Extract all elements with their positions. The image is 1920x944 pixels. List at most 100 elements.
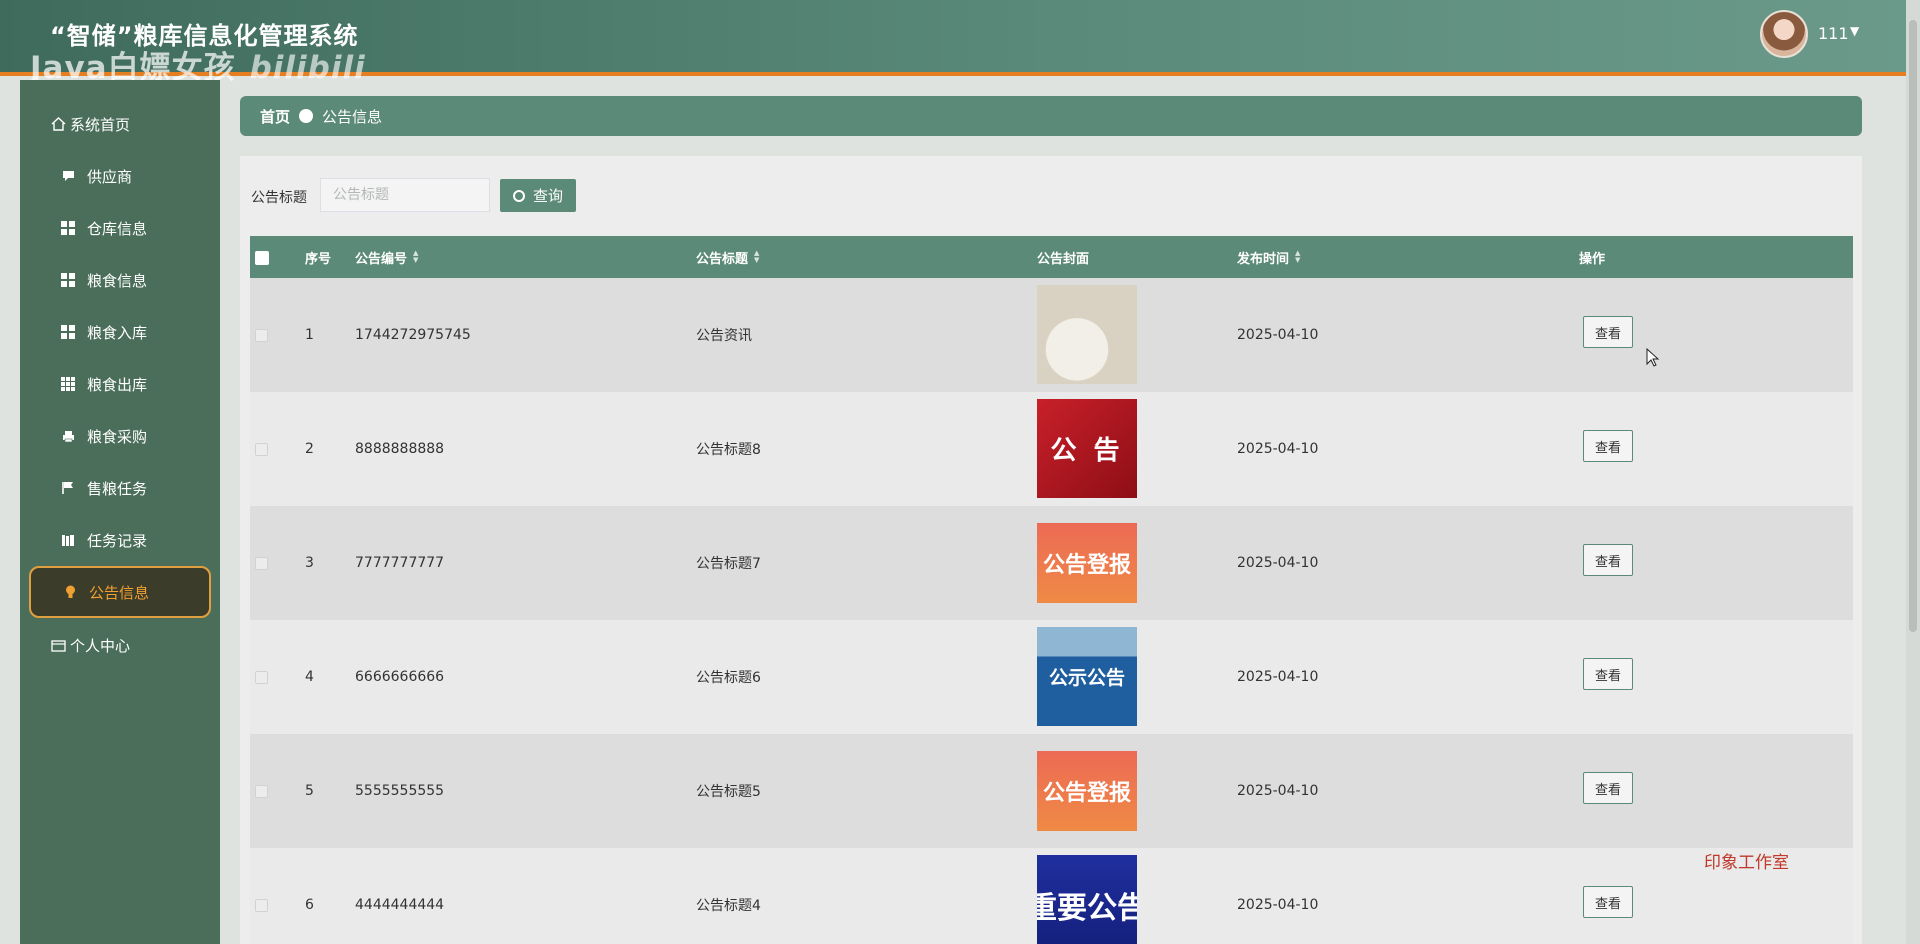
table-row: 6 4444444444 公告标题4 重要公告 2025-04-10 查看	[250, 848, 1853, 944]
wallet-icon	[49, 637, 67, 653]
column-header-index: 序号	[305, 251, 332, 267]
chat-icon	[59, 168, 77, 184]
breadcrumb-current: 公告信息	[322, 107, 383, 126]
row-checkbox[interactable]	[255, 557, 268, 570]
sidebar-item-label: 仓库信息	[87, 219, 148, 238]
sidebar-item-grain[interactable]: 粮食信息	[29, 254, 211, 306]
sidebar-item-task-record[interactable]: 任务记录	[29, 514, 211, 566]
username[interactable]: 111	[1818, 24, 1849, 43]
view-button[interactable]: 查看	[1583, 544, 1633, 576]
studio-watermark: 印象工作室	[1704, 853, 1789, 873]
row-checkbox[interactable]	[255, 443, 268, 456]
search-label: 公告标题	[251, 190, 307, 206]
sort-icon[interactable]: ▲ ▼	[1295, 250, 1300, 264]
sidebar-item-label: 个人中心	[70, 636, 131, 655]
sidebar-item-label: 供应商	[87, 167, 133, 186]
row-date: 2025-04-10	[1237, 555, 1319, 571]
row-title: 公告资讯	[696, 328, 752, 344]
sidebar-item-label: 粮食采购	[87, 427, 148, 446]
bilibili-logo: bilibili	[249, 50, 366, 86]
row-title: 公告标题6	[696, 670, 761, 686]
row-code: 7777777777	[355, 555, 445, 571]
view-button[interactable]: 查看	[1583, 772, 1633, 804]
column-header-date[interactable]: 发布时间 ▲ ▼	[1237, 236, 1300, 278]
row-date: 2025-04-10	[1237, 783, 1319, 799]
column-header-action: 操作	[1579, 251, 1606, 267]
sort-icon[interactable]: ▲ ▼	[754, 250, 759, 264]
search-button[interactable]: 查询	[500, 179, 576, 212]
cover-image: 公告登报	[1037, 523, 1137, 603]
page-scrollbar[interactable]	[1906, 0, 1920, 944]
sidebar-item-grain-out[interactable]: 粮食出库	[29, 358, 211, 410]
view-button[interactable]: 查看	[1583, 886, 1633, 918]
row-checkbox[interactable]	[255, 329, 268, 342]
content-panel: 公告标题 查询 序号 公告编号▲▼ 公告标题▲▼ 公告封面 发布时间▲▼ 操作 …	[240, 156, 1862, 944]
sidebar-item-label: 公告信息	[89, 583, 150, 602]
printer-icon	[59, 428, 77, 444]
column-header-title[interactable]: 公告标题 ▲ ▼	[696, 236, 759, 278]
cover-image	[1037, 285, 1137, 384]
avatar[interactable]	[1760, 10, 1808, 58]
row-date: 2025-04-10	[1237, 327, 1319, 343]
sidebar-item-announcement[interactable]: 公告信息	[29, 566, 211, 618]
table-header: 序号 公告编号 ▲ ▼ 公告标题 ▲ ▼ 公告封面 发布时间 ▲ ▼ 操作	[250, 236, 1853, 278]
table-row: 4 6666666666 公告标题6 公示公告 2025-04-10 查看	[250, 620, 1853, 734]
search-input[interactable]	[320, 178, 490, 212]
row-checkbox[interactable]	[255, 671, 268, 684]
sidebar-item-label: 粮食入库	[87, 323, 148, 342]
sort-icon[interactable]: ▲ ▼	[413, 250, 418, 264]
view-button[interactable]: 查看	[1583, 658, 1633, 690]
sidebar-item-supplier[interactable]: 供应商	[29, 150, 211, 202]
sidebar-item-home[interactable]: 系统首页	[29, 98, 211, 150]
view-button[interactable]: 查看	[1583, 316, 1633, 348]
sidebar-item-warehouse[interactable]: 仓库信息	[29, 202, 211, 254]
column-header-code[interactable]: 公告编号 ▲ ▼	[355, 236, 418, 278]
flag-icon	[59, 480, 77, 496]
table-row: 2 8888888888 公告标题8 公 告 2025-04-10 查看	[250, 392, 1853, 506]
cover-image: 公告登报	[1037, 751, 1137, 831]
row-index: 4	[305, 669, 314, 685]
breadcrumb-home[interactable]: 首页	[260, 106, 290, 127]
row-checkbox[interactable]	[255, 899, 268, 912]
cover-image: 公示公告	[1037, 627, 1137, 726]
row-title: 公告标题7	[696, 556, 761, 572]
grid-icon	[59, 272, 77, 288]
sidebar-item-purchase[interactable]: 粮食采购	[29, 410, 211, 462]
row-date: 2025-04-10	[1237, 897, 1319, 913]
sidebar-item-label: 售粮任务	[87, 479, 148, 498]
row-code: 5555555555	[355, 783, 445, 799]
row-date: 2025-04-10	[1237, 669, 1319, 685]
sidebar-item-grain-in[interactable]: 粮食入库	[29, 306, 211, 358]
home-icon	[49, 116, 67, 132]
row-title: 公告标题8	[696, 442, 761, 458]
row-title: 公告标题5	[696, 784, 761, 800]
row-index: 5	[305, 783, 314, 799]
books-icon	[59, 532, 77, 548]
select-all-checkbox[interactable]	[255, 251, 269, 265]
table-row: 1 1744272975745 公告资讯 2025-04-10 查看	[250, 278, 1853, 392]
column-header-cover: 公告封面	[1037, 251, 1090, 267]
table-row: 3 7777777777 公告标题7 公告登报 2025-04-10 查看	[250, 506, 1853, 620]
cover-text: 公示公告	[1048, 667, 1125, 689]
view-button[interactable]: 查看	[1583, 430, 1633, 462]
mouse-cursor-icon	[1646, 348, 1660, 367]
breadcrumb: 首页 公告信息	[240, 96, 1862, 136]
table-row: 5 5555555555 公告标题5 公告登报 2025-04-10 查看	[250, 734, 1853, 848]
bulb-icon	[61, 584, 79, 600]
scrollbar-thumb[interactable]	[1909, 20, 1917, 632]
sidebar-item-label: 粮食信息	[87, 271, 148, 290]
row-title: 公告标题4	[696, 898, 761, 914]
cover-image: 公 告	[1037, 399, 1137, 498]
row-index: 6	[305, 897, 314, 913]
sidebar-item-profile[interactable]: 个人中心	[29, 619, 211, 671]
cover-image: 重要公告	[1037, 855, 1137, 944]
row-code: 8888888888	[355, 441, 445, 457]
grid-icon	[59, 220, 77, 236]
caret-down-icon[interactable]: ▼	[1850, 24, 1859, 38]
sidebar-item-sale-task[interactable]: 售粮任务	[29, 462, 211, 514]
cover-text: 公告登报	[1042, 553, 1131, 578]
row-checkbox[interactable]	[255, 785, 268, 798]
cover-text: 重要公告	[1037, 890, 1137, 926]
top-header: “智储”粮库信息化管理系统 Java白嫖女孩 bilibili 111 ▼	[0, 0, 1920, 86]
breadcrumb-separator-icon	[299, 109, 314, 123]
